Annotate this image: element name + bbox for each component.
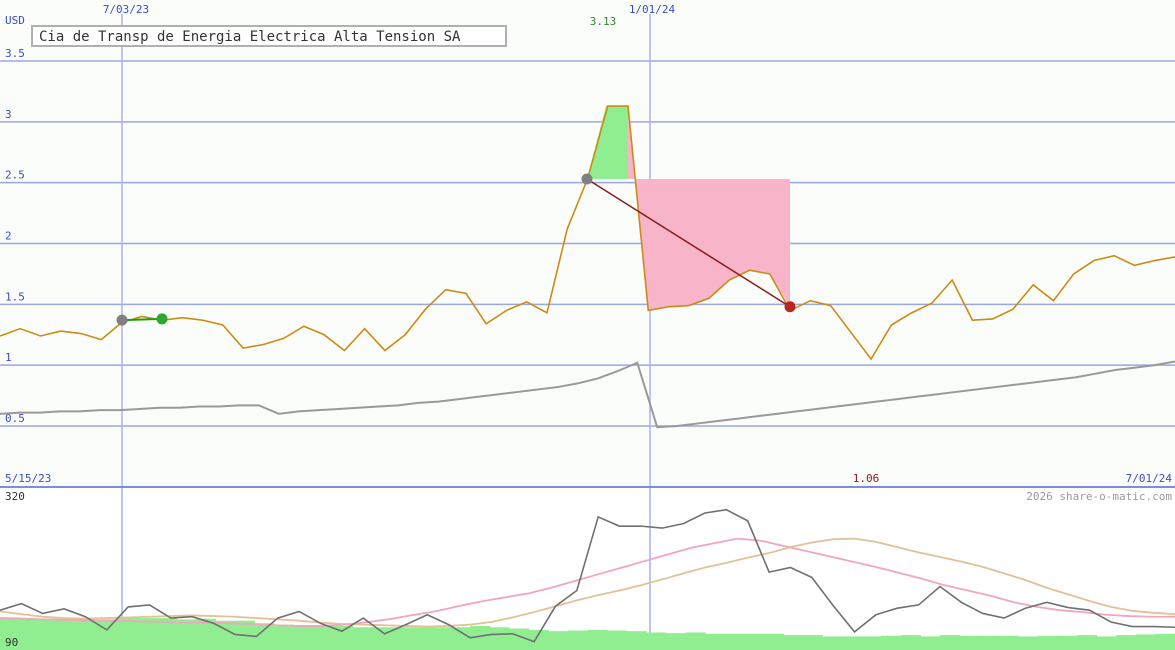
volume-bar bbox=[352, 627, 373, 650]
volume-bar bbox=[822, 636, 843, 650]
trade-exit-marker bbox=[784, 301, 796, 313]
volume-bar bbox=[900, 635, 921, 650]
volume-bar bbox=[646, 632, 667, 650]
volume-bar bbox=[920, 636, 941, 650]
volume-bar bbox=[685, 632, 706, 650]
volume-bar bbox=[1037, 635, 1058, 650]
volume-bar bbox=[489, 627, 510, 650]
stock-chart: 3.532.521.510.5USD7/03/23 1/01/245/15/23 7… bbox=[0, 0, 1175, 650]
volume-bar bbox=[979, 635, 1000, 650]
y-tick-label: 1.5 bbox=[5, 290, 25, 303]
volume-bar bbox=[587, 629, 608, 650]
chart-title: Cia de Transp de Energia Electrica Alta … bbox=[31, 25, 507, 47]
volume-bar bbox=[998, 635, 1019, 650]
volume-bar bbox=[783, 635, 804, 650]
volume-bar bbox=[626, 631, 647, 650]
y-axis-label: USD bbox=[5, 14, 25, 27]
volume-bar bbox=[411, 627, 432, 650]
volume-bar bbox=[313, 625, 334, 650]
volume-bar bbox=[58, 620, 79, 650]
y-tick-label: 3.5 bbox=[5, 47, 25, 60]
volume-bar bbox=[1018, 636, 1039, 650]
volume-bar bbox=[254, 623, 275, 650]
volume-bar bbox=[39, 618, 60, 650]
volume-bar bbox=[137, 618, 158, 650]
date-label: 1/01/24 bbox=[629, 3, 676, 16]
trade-entry-marker bbox=[116, 314, 128, 326]
volume-bar bbox=[176, 619, 197, 650]
low-annotation: 1.06 bbox=[853, 472, 880, 485]
y-tick-label: 2.5 bbox=[5, 169, 25, 182]
date-label: 7/01/24 bbox=[1126, 472, 1173, 485]
volume-bar bbox=[665, 633, 686, 650]
y-tick-label: 3 bbox=[5, 108, 12, 121]
volume-bar bbox=[959, 635, 980, 650]
volume-bar bbox=[842, 636, 863, 650]
volume-bar bbox=[78, 619, 99, 650]
volume-bar bbox=[763, 633, 784, 650]
lower-y-tick-label: 90 bbox=[5, 636, 18, 649]
volume-bar bbox=[117, 618, 138, 650]
volume-bar bbox=[802, 635, 823, 650]
volume-bar bbox=[372, 627, 393, 650]
volume-bar bbox=[430, 627, 451, 650]
volume-bar bbox=[705, 633, 726, 650]
volume-bar bbox=[607, 630, 628, 650]
trade-line bbox=[121, 317, 163, 322]
watermark: 2026 share-o-matic.com bbox=[1026, 490, 1172, 503]
volume-bar bbox=[548, 631, 569, 650]
volume-bar bbox=[1135, 634, 1156, 650]
date-label: 5/15/23 bbox=[5, 472, 51, 485]
volume-bar bbox=[1096, 636, 1117, 650]
volume-bar bbox=[744, 633, 765, 650]
volume-bar bbox=[1116, 635, 1137, 650]
volume-bar bbox=[940, 635, 961, 650]
date-label: 7/03/23 bbox=[103, 3, 149, 16]
volume-bar bbox=[97, 619, 118, 650]
trade-exit-marker bbox=[156, 313, 168, 325]
y-tick-label: 1 bbox=[5, 351, 12, 364]
volume-bar bbox=[567, 630, 588, 650]
volume-bar bbox=[861, 636, 882, 650]
volume-bar bbox=[1155, 633, 1175, 650]
trade-entry-marker bbox=[581, 173, 593, 185]
lower-y-tick-label: 320 bbox=[5, 490, 25, 503]
y-tick-label: 2 bbox=[5, 230, 12, 243]
volume-bar bbox=[450, 627, 471, 650]
volume-bar bbox=[881, 635, 902, 650]
volume-bar bbox=[1077, 635, 1098, 650]
volume-bar bbox=[724, 633, 745, 650]
volume-bar bbox=[274, 624, 295, 650]
volume-bar bbox=[293, 625, 314, 650]
volume-bar bbox=[391, 627, 412, 650]
peak-annotation: 3.13 bbox=[590, 15, 617, 28]
volume-bar bbox=[1057, 635, 1078, 650]
volume-bar bbox=[19, 618, 40, 650]
